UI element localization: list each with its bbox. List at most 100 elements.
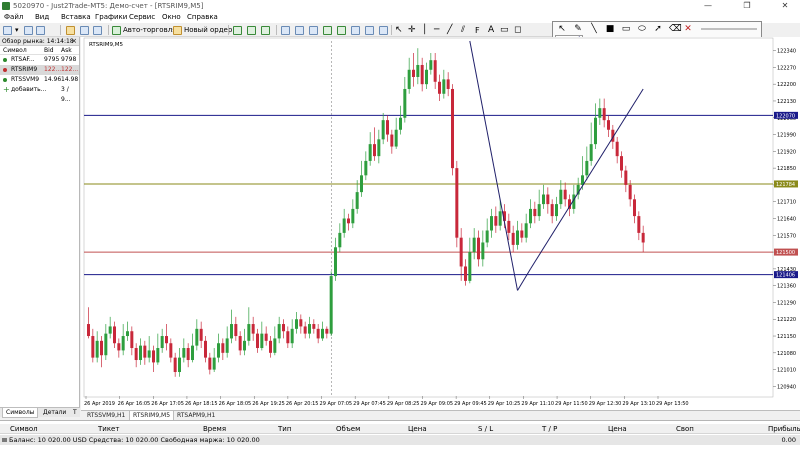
arrow-icon[interactable]: ➚ — [653, 24, 663, 34]
candle-body — [364, 160, 368, 176]
new-order-icon — [173, 25, 182, 35]
candlestick-button[interactable] — [247, 25, 256, 35]
ellipse-icon[interactable]: ⬭ — [637, 24, 647, 34]
menu-charts[interactable]: Графики — [95, 12, 127, 23]
pencil-icon[interactable]: ✎ — [573, 24, 583, 34]
data-window-button[interactable] — [66, 25, 75, 35]
candle-body — [355, 192, 359, 209]
candle-body — [243, 340, 246, 351]
tile-windows-button[interactable] — [309, 25, 318, 35]
tab-details[interactable]: Детали — [40, 408, 69, 418]
column-ticket[interactable]: Тикет — [98, 424, 119, 434]
candlestick-chart[interactable]: RTSRIM9,M5122340122270122200122130122060… — [81, 37, 800, 410]
cursor-button[interactable]: ↖ — [395, 25, 403, 35]
indicators-button[interactable] — [351, 25, 360, 35]
menu-file[interactable]: Файл — [4, 12, 23, 23]
menu-help[interactable]: Справка — [187, 12, 218, 23]
column-volume[interactable]: Объем — [336, 424, 360, 434]
bar-chart-button[interactable] — [233, 25, 242, 35]
toolbox-panel: × Символ Тикет Время Тип Объем Цена S / … — [0, 420, 800, 460]
trendline-button[interactable]: ╱ — [447, 25, 452, 35]
label-tool-button[interactable]: ▭ — [500, 25, 509, 35]
shapes-button[interactable]: ◻ — [514, 25, 521, 35]
column-sl[interactable]: S / L — [478, 424, 493, 434]
market-watch-button[interactable] — [36, 25, 45, 35]
algo-trading-button[interactable]: Авто-торговля — [112, 25, 176, 35]
toolbar-separator — [228, 25, 229, 35]
column-current-price[interactable]: Цена — [608, 424, 627, 434]
crosshair-button[interactable]: ✛ — [408, 25, 416, 35]
toolbar-separator — [108, 25, 109, 35]
list-item[interactable]: RTSAF... 9795 9798 — [0, 55, 79, 65]
list-item[interactable]: RTSRIM9 122... 122... — [0, 65, 79, 75]
y-tick-label: 121990 — [777, 133, 796, 139]
periods-button[interactable] — [365, 25, 374, 35]
line-icon[interactable]: ╲ — [589, 24, 599, 34]
autoscroll-button[interactable] — [323, 25, 332, 35]
column-ask[interactable]: Ask — [61, 46, 72, 55]
horizontal-line-button[interactable]: ─ — [434, 25, 439, 35]
add-icon: + — [3, 85, 10, 94]
vertical-line-button[interactable]: │ — [422, 25, 427, 35]
candle-body — [641, 232, 645, 243]
navigator-button[interactable] — [80, 25, 89, 35]
add-symbol-row[interactable]: + добавить... 3 / 9... — [0, 85, 79, 103]
list-item[interactable]: RTSSVM9 14.96 14.98 — [0, 75, 79, 85]
candle-body — [238, 336, 242, 351]
candle-body — [555, 204, 558, 217]
line-chart-button[interactable] — [261, 25, 270, 35]
candle-body — [212, 357, 216, 370]
x-tick-label: 29 Apr 11:50 — [555, 401, 588, 407]
maximize-button[interactable]: ❐ — [734, 0, 760, 12]
close-button[interactable]: ✕ — [772, 0, 798, 12]
column-tp[interactable]: T / P — [542, 424, 557, 434]
new-chart-button[interactable] — [3, 25, 12, 35]
eraser-icon[interactable]: ⌫ — [669, 24, 682, 34]
text-tool-button[interactable]: A — [488, 25, 494, 35]
chart-area[interactable]: RTSRIM9,M5122340122270122200122130122060… — [81, 37, 800, 410]
title-bar: 5020970 - Just2Trade-MT5: Демо-счет - [R… — [0, 0, 800, 12]
column-symbol[interactable]: Символ — [3, 46, 27, 55]
toolbar-separator — [391, 25, 392, 35]
column-swap[interactable]: Своп — [676, 424, 694, 434]
templates-button[interactable] — [379, 25, 388, 35]
column-symbol[interactable]: Символ — [10, 424, 38, 434]
menu-view[interactable]: Вид — [35, 12, 49, 23]
channel-button[interactable]: ⫽ — [461, 25, 465, 35]
candle-body — [537, 204, 541, 217]
candle-body — [407, 69, 411, 89]
new-order-label: Новый ордер — [184, 26, 233, 34]
balance-row: Баланс: 10 020.00 USD Средства: 10 020.0… — [0, 435, 800, 445]
tab-symbols[interactable]: Символы — [2, 408, 39, 418]
app-icon — [2, 2, 10, 10]
filled-rect-icon[interactable]: ■ — [605, 24, 615, 34]
menu-tools[interactable]: Сервис — [129, 12, 155, 23]
line-width-slider[interactable] — [701, 28, 757, 30]
new-chart-dropdown-icon[interactable]: ▾ — [15, 25, 19, 35]
column-type[interactable]: Тип — [278, 424, 291, 434]
rectangle-icon[interactable]: ▭ — [621, 24, 631, 34]
tab-more[interactable]: Т — [70, 408, 80, 418]
chart-shift-button[interactable] — [337, 25, 346, 35]
column-bid[interactable]: Bid — [44, 46, 54, 55]
menu-insert[interactable]: Вставка — [61, 12, 91, 23]
cursor-icon[interactable]: ↖ — [557, 24, 567, 34]
profiles-button[interactable] — [24, 25, 33, 35]
zoom-in-button[interactable] — [281, 25, 290, 35]
menu-window[interactable]: Окно — [162, 12, 181, 23]
candle-body — [472, 237, 476, 253]
minimize-button[interactable]: — — [695, 0, 721, 12]
symbol-name: RTSAF... — [11, 56, 35, 63]
column-price[interactable]: Цена — [408, 424, 427, 434]
zoom-out-button[interactable] — [295, 25, 304, 35]
strategy-tester-button[interactable] — [93, 25, 102, 35]
clear-icon[interactable]: ✕ — [683, 24, 693, 34]
new-order-button[interactable]: Новый ордер — [173, 25, 232, 35]
candle-body — [217, 343, 220, 358]
candle-body — [542, 194, 545, 205]
column-profit[interactable]: Прибыль — [768, 424, 800, 434]
candle-body — [524, 223, 528, 238]
column-time[interactable]: Время — [203, 424, 226, 434]
fibonacci-button[interactable]: F — [475, 25, 480, 35]
close-icon[interactable]: × — [71, 37, 77, 46]
